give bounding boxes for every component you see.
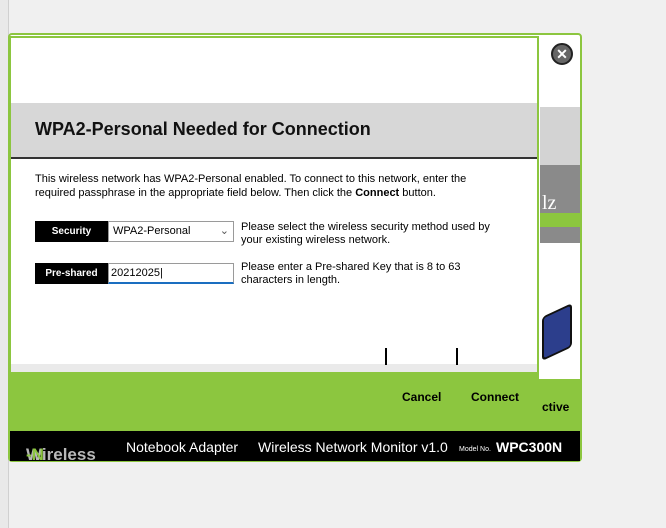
dialog-title: WPA2-Personal Needed for Connection: [35, 119, 371, 139]
app-name: Wireless Network Monitor v1.0: [258, 439, 448, 455]
product-name: Notebook Adapter: [126, 439, 239, 455]
monitor-active-label: ctive: [542, 400, 570, 414]
model-number: WPC300N: [496, 439, 563, 455]
preshared-key-hint: Please enter a Pre-shared Key that is 8 …: [241, 261, 461, 286]
preshared-key-value: 20212025: [111, 267, 160, 279]
separator: [385, 348, 387, 365]
close-icon[interactable]: ✕: [551, 43, 573, 65]
preshared-key-input[interactable]: 20212025|: [108, 263, 234, 284]
dialog-title-bar: WPA2-Personal Needed for Connection: [11, 103, 537, 159]
description-connect: Connect: [355, 187, 400, 199]
monitor-footer: Wireless -N Notebook Adapter Wireless Net…: [10, 431, 580, 464]
monitor-partial-text: lz: [542, 192, 557, 214]
connect-button[interactable]: Connect: [471, 390, 519, 404]
monitor-title-band: [540, 107, 580, 165]
wpa2-dialog: WPA2-Personal Needed for Connection This…: [9, 36, 539, 410]
security-select-value: WPA2-Personal: [113, 225, 191, 237]
dialog-divider: [11, 364, 537, 372]
security-label: Security: [35, 221, 108, 242]
monitor-signal-bar: [540, 213, 580, 227]
preshared-key-label: Pre-shared Key: [35, 263, 108, 300]
adapter-image: [542, 303, 572, 361]
description-end: button.: [399, 187, 436, 199]
security-hint: Please select the wireless security meth…: [241, 221, 490, 246]
security-select[interactable]: WPA2-Personal ⌄: [108, 221, 234, 242]
separator: [456, 348, 458, 365]
model-label: Model No.: [459, 446, 491, 453]
dialog-description: This wireless network has WPA2-Personal …: [35, 172, 495, 200]
dialog-button-bar: [11, 372, 537, 408]
cancel-button[interactable]: Cancel: [402, 390, 441, 404]
chevron-down-icon: ⌄: [219, 225, 229, 237]
brand-n: -N: [26, 445, 44, 464]
